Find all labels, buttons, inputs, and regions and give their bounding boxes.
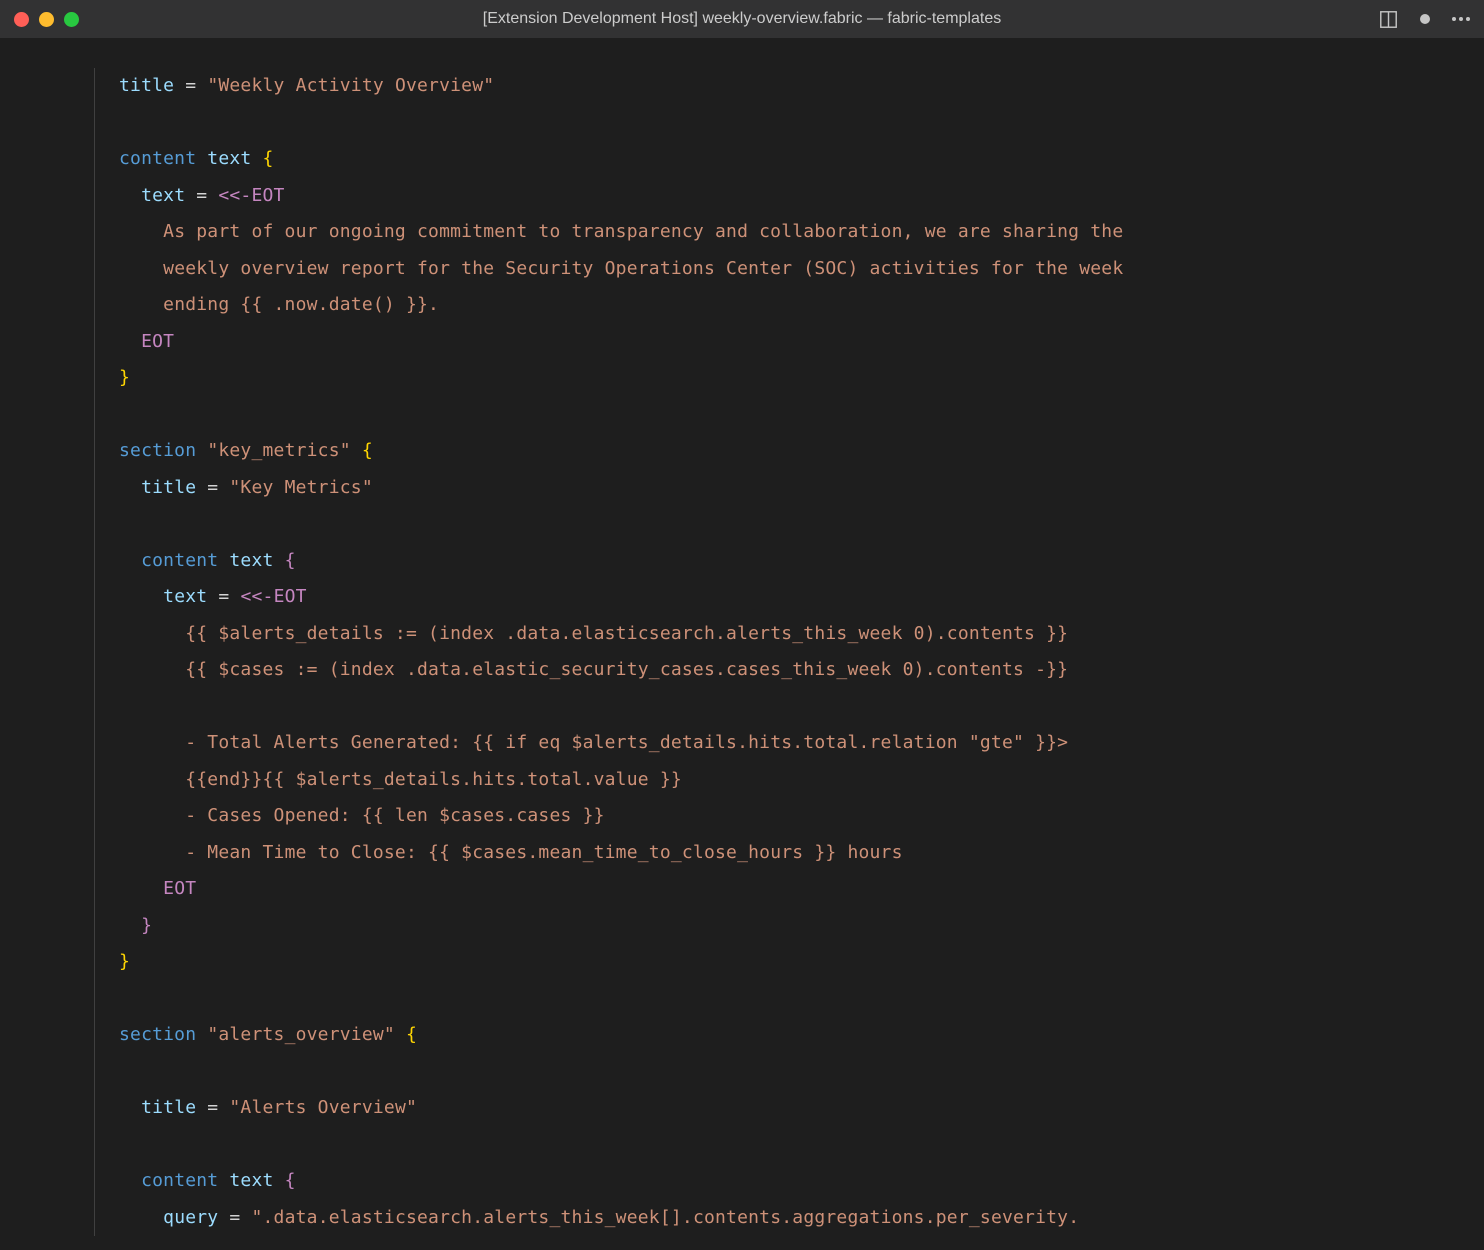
code-content[interactable]: title = "Weekly Activity Overview" conte… [95,68,1123,1236]
code-text: - Cases Opened: {{ len $cases.cases }} [185,805,604,826]
code-token: "alerts_overview" [207,1024,395,1045]
code-token [274,1170,285,1191]
code-token: ".data.elasticsearch.alerts_this_week[].… [251,1207,1079,1228]
code-token: = [207,586,240,607]
split-editor-icon[interactable] [1379,10,1398,29]
code-token: EOT [141,331,174,352]
close-window-button[interactable] [14,12,29,27]
code-token: title [141,1097,196,1118]
traffic-lights [14,12,79,27]
code-token: "Key Metrics" [229,477,372,498]
code-token: text [196,148,251,169]
minimize-window-button[interactable] [39,12,54,27]
code-token: "Alerts Overview" [229,1097,417,1118]
code-token [395,1024,406,1045]
code-token: text [218,550,273,571]
code-token: = [196,1097,229,1118]
code-token: = [218,1207,251,1228]
code-token: { [263,148,274,169]
code-token [351,440,362,461]
code-token: <<- [240,586,273,607]
editor-gutter [0,68,95,1236]
code-token: = [174,75,207,96]
window-titlebar: [Extension Development Host] weekly-over… [0,0,1484,38]
code-token: content [141,550,218,571]
code-token [196,1024,207,1045]
code-token: = [196,477,229,498]
code-token: } [119,951,130,972]
code-token: section [119,440,196,461]
code-text: As part of our ongoing commitment to tra… [163,221,1123,242]
unsaved-indicator-icon[interactable] [1420,14,1430,24]
code-text: weekly overview report for the Security … [163,258,1123,279]
code-token [251,148,262,169]
code-token: } [141,915,152,936]
window-title: [Extension Development Host] weekly-over… [483,10,1001,28]
code-token: section [119,1024,196,1045]
code-text: {{end}}{{ $alerts_details.hits.total.val… [185,769,682,790]
code-token: } [119,367,130,388]
more-actions-icon[interactable] [1452,17,1470,21]
code-token: { [362,440,373,461]
code-token: text [163,586,207,607]
code-token: { [285,550,296,571]
code-text: - Mean Time to Close: {{ $cases.mean_tim… [185,842,902,863]
maximize-window-button[interactable] [64,12,79,27]
code-token: EOT [251,185,284,206]
code-text: {{ $cases := (index .data.elastic_securi… [185,659,1068,680]
code-token: = [185,185,218,206]
code-token [274,550,285,571]
code-token: query [163,1207,218,1228]
indent-guide [94,68,95,1236]
code-token: { [285,1170,296,1191]
code-text: ending {{ .now.date() }}. [163,294,439,315]
code-token: title [119,75,174,96]
titlebar-actions [1379,10,1470,29]
code-editor[interactable]: title = "Weekly Activity Overview" conte… [0,38,1484,1236]
code-token: "key_metrics" [207,440,350,461]
code-token: <<- [218,185,251,206]
code-text: - Total Alerts Generated: {{ if eq $aler… [185,732,1068,753]
code-token: content [119,148,196,169]
code-token: text [141,185,185,206]
code-token [196,440,207,461]
code-token: "Weekly Activity Overview" [207,75,494,96]
code-token: title [141,477,196,498]
code-token: EOT [274,586,307,607]
code-text: {{ $alerts_details := (index .data.elast… [185,623,1068,644]
code-token: text [218,1170,273,1191]
code-token: content [141,1170,218,1191]
code-token: EOT [163,878,196,899]
code-token: { [406,1024,417,1045]
